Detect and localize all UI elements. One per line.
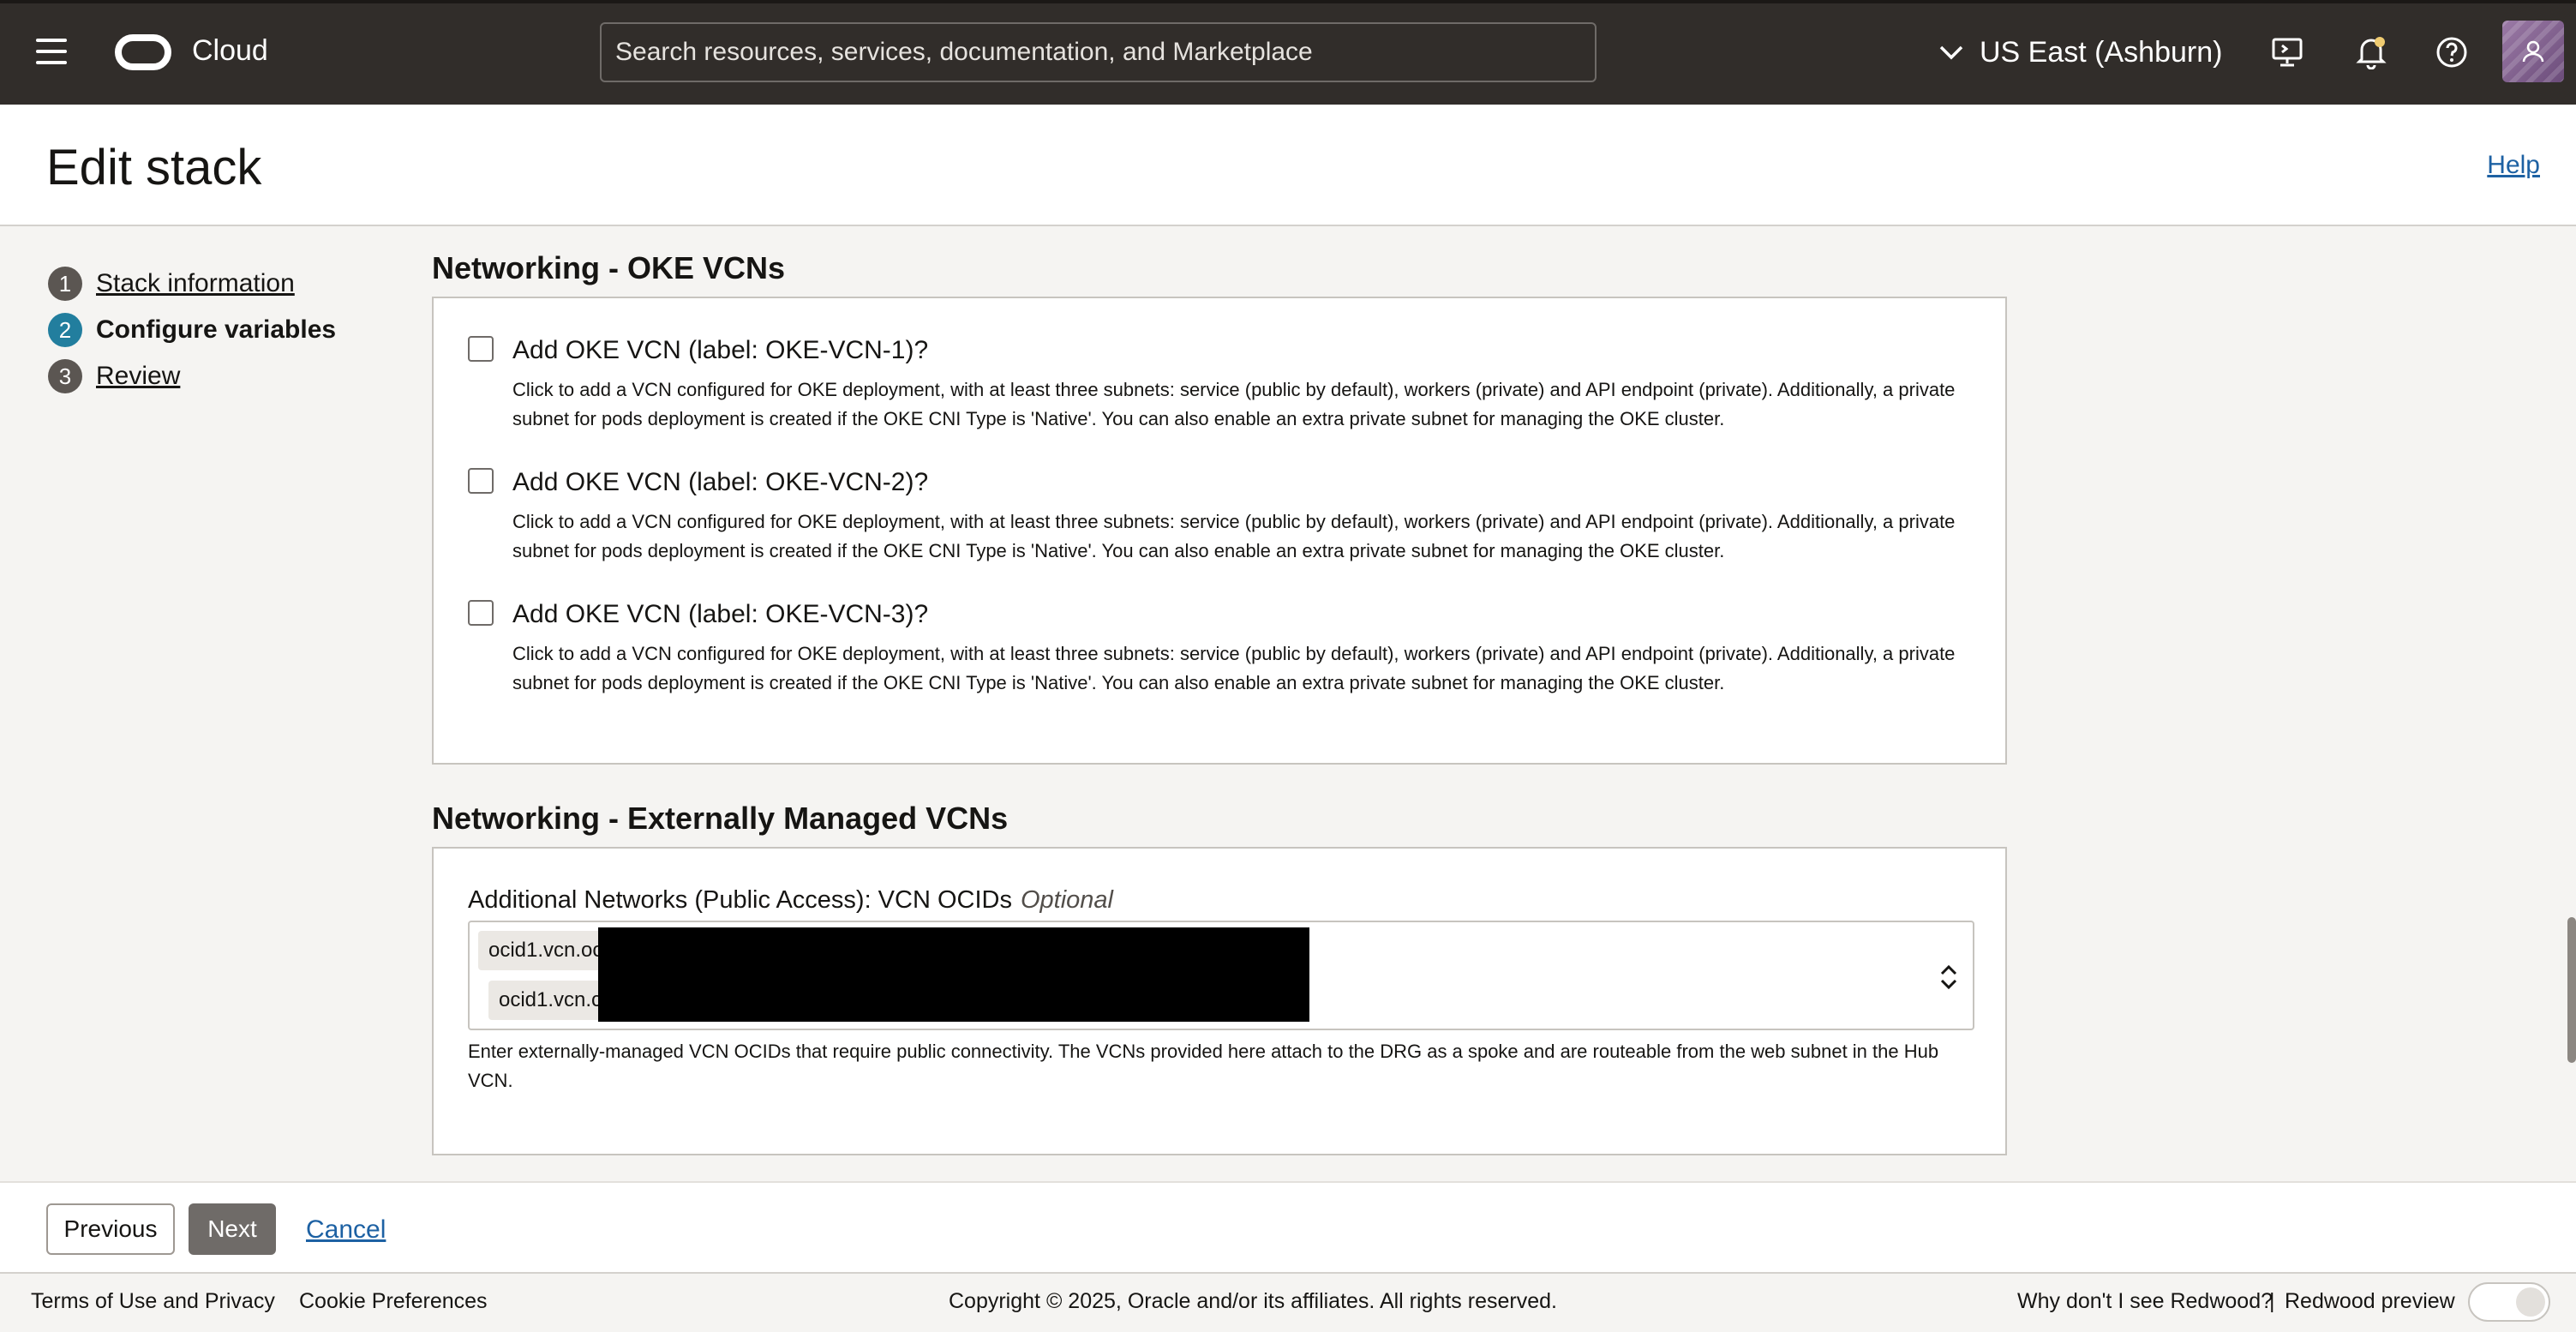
page-scrollbar[interactable] <box>2567 917 2576 1063</box>
section-title-oke-vcns: Networking - OKE VCNs <box>432 250 786 285</box>
bell-icon[interactable] <box>2351 33 2391 72</box>
oke-vcn-1-label[interactable]: Add OKE VCN (label: OKE-VCN-1)? <box>512 336 928 365</box>
region-selector[interactable]: US East (Ashburn) <box>1938 33 2222 72</box>
search-input[interactable] <box>600 22 1597 82</box>
brand-name[interactable]: Cloud <box>192 34 268 68</box>
page-footer: Terms of Use and Privacy Cookie Preferen… <box>0 1272 2576 1332</box>
step-label[interactable]: Review <box>96 362 180 391</box>
hamburger-menu-icon[interactable] <box>36 39 70 66</box>
oke-vcn-3-label[interactable]: Add OKE VCN (label: OKE-VCN-3)? <box>512 600 928 629</box>
oke-vcn-2-description: Click to add a VCN configured for OKE de… <box>512 511 1956 561</box>
step-number: 2 <box>48 313 82 347</box>
step-number: 3 <box>48 359 82 393</box>
step-label: Configure variables <box>96 315 337 344</box>
redwood-preview-toggle[interactable] <box>2468 1282 2550 1322</box>
oracle-logo-icon[interactable] <box>115 34 171 70</box>
oke-vcn-2-label[interactable]: Add OKE VCN (label: OKE-VCN-2)? <box>512 468 928 497</box>
vcn-ocid-tag-text: ocid1.vcn.oc <box>488 939 603 962</box>
footer-separator: | <box>2269 1289 2275 1313</box>
vcn-ocids-multiselect[interactable]: ocid1.vcn.oc × ocid1.vcn.c × <box>468 921 1974 1030</box>
step-number: 1 <box>48 267 82 301</box>
terms-link[interactable]: Terms of Use and Privacy <box>31 1289 275 1314</box>
previous-button[interactable]: Previous <box>46 1203 175 1255</box>
step-review[interactable]: 3 Review <box>48 353 336 399</box>
step-configure-variables: 2 Configure variables <box>48 307 336 353</box>
optional-indicator: Optional <box>1020 886 1113 914</box>
wizard-action-bar: Previous Next Cancel <box>0 1181 2576 1274</box>
wizard-steps: 1 Stack information 2 Configure variable… <box>48 261 336 399</box>
redaction-block <box>598 927 1309 1022</box>
redwood-preview-label: Redwood preview <box>2285 1289 2455 1313</box>
oke-vcn-3-description: Click to add a VCN configured for OKE de… <box>512 643 1956 693</box>
vcn-ocids-help-text: Enter externally-managed VCN OCIDs that … <box>468 1041 1939 1091</box>
section-title-external-vcns: Networking - Externally Managed VCNs <box>432 801 1009 836</box>
external-vcns-panel: Additional Networks (Public Access): VCN… <box>432 847 2007 1155</box>
user-avatar-icon[interactable] <box>2502 21 2564 82</box>
topbar-strip <box>0 0 2576 3</box>
cloud-shell-icon[interactable] <box>2267 33 2307 72</box>
oke-vcn-1-description: Click to add a VCN configured for OKE de… <box>512 379 1956 429</box>
page-title: Edit stack <box>46 140 262 195</box>
vcn-ocid-tag-text: ocid1.vcn.c <box>499 988 602 1011</box>
copyright-text: Copyright © 2025, Oracle and/or its affi… <box>949 1289 1557 1313</box>
region-label: US East (Ashburn) <box>1980 35 2223 69</box>
why-redwood-link[interactable]: Why don't I see Redwood? <box>2017 1289 2273 1314</box>
step-label[interactable]: Stack information <box>96 269 295 298</box>
top-navigation-bar: Cloud US East (Ashburn) <box>0 0 2576 105</box>
step-stack-information[interactable]: 1 Stack information <box>48 261 336 307</box>
cancel-link[interactable]: Cancel <box>306 1215 386 1245</box>
help-icon[interactable] <box>2432 33 2471 72</box>
oke-vcn-1-checkbox[interactable] <box>468 336 494 362</box>
oke-vcns-panel: Add OKE VCN (label: OKE-VCN-1)? Click to… <box>432 297 2007 765</box>
next-button[interactable]: Next <box>189 1203 276 1255</box>
chevron-down-icon <box>1939 45 1963 60</box>
cookie-preferences-link[interactable]: Cookie Preferences <box>299 1289 488 1314</box>
help-link[interactable]: Help <box>2487 151 2540 180</box>
expand-collapse-icon[interactable] <box>1937 960 1961 994</box>
vcn-ocids-label-text: Additional Networks (Public Access): VCN… <box>468 886 1012 914</box>
oke-vcn-2-checkbox[interactable] <box>468 468 494 494</box>
vcn-ocids-field-label: Additional Networks (Public Access): VCN… <box>468 886 1113 915</box>
oke-vcn-3-checkbox[interactable] <box>468 600 494 626</box>
page-header: Edit stack Help <box>0 105 2576 226</box>
